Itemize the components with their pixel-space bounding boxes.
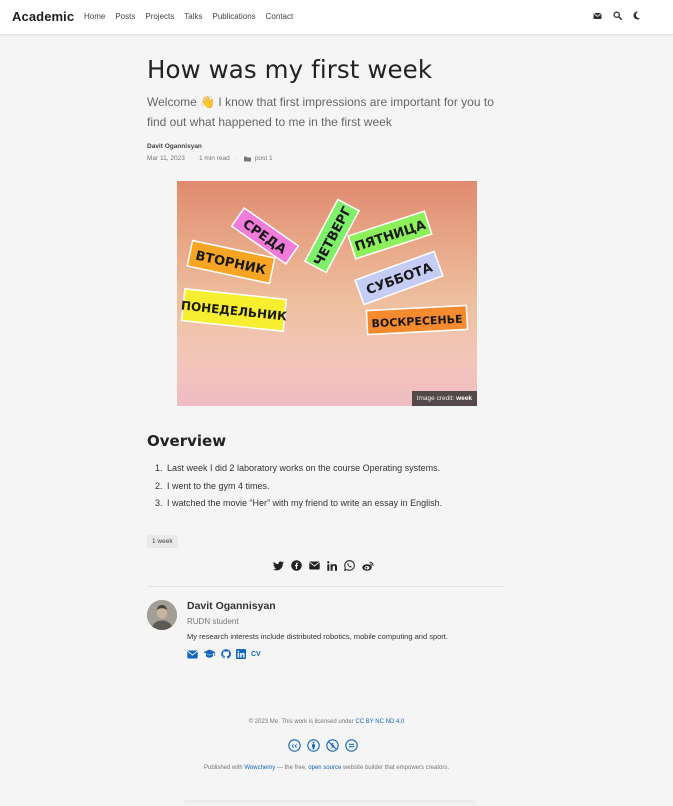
whatsapp-icon[interactable] [344, 560, 355, 571]
article-meta: Mar 11, 2023 · 1 min read · post 1 [147, 155, 273, 162]
envelope-icon[interactable] [187, 650, 198, 659]
cv-link[interactable]: CV [251, 651, 261, 658]
image-credit-link[interactable]: week [456, 395, 472, 402]
share-bar [273, 560, 374, 571]
facebook-icon[interactable] [291, 560, 302, 571]
license-icons: cc $ [288, 739, 358, 752]
image-credit: Image credit: week [411, 391, 477, 406]
divider [147, 586, 505, 587]
waving-hand-emoji: 👋 [200, 95, 216, 109]
folder-icon [243, 156, 251, 161]
non-commercial-icon: $ [326, 739, 339, 752]
list-item-text: I watched the movie “Her” with my friend… [167, 498, 443, 508]
meta-separator: · [190, 155, 193, 162]
license-link[interactable]: CC BY NC ND 4.0 [355, 719, 404, 725]
article-subtitle: Welcome 👋 I know that first impressions … [147, 92, 507, 132]
svg-text:cc: cc [292, 743, 298, 749]
bio-name[interactable]: Davit Ogannisyan [187, 600, 276, 612]
search-icon[interactable] [613, 11, 622, 20]
weibo-icon[interactable] [362, 561, 374, 571]
list-item: 1. Last week I did 2 laboratory works on … [155, 463, 441, 473]
featured-image-art: СРЕДА ЧЕТВЕРГ ПЯТНИЦА ВТОРНИК СУББОТА ПО… [180, 198, 469, 336]
moon-icon[interactable] [633, 11, 641, 20]
overview-list: 1. Last week I did 2 laboratory works on … [155, 460, 442, 513]
nav-link-talks[interactable]: Talks [184, 12, 202, 21]
list-item: 2. I went to the gym 4 times. [155, 480, 270, 491]
article-author[interactable]: Davit Ogannisyan [147, 143, 202, 150]
section-heading-overview: Overview [147, 432, 227, 450]
meta-separator: · [235, 155, 238, 162]
bio-social-icons: CV [187, 649, 261, 659]
published-mid-text: — the free, [275, 765, 309, 771]
page-title: How was my first week [147, 55, 433, 84]
graduation-cap-icon[interactable] [203, 649, 216, 659]
tag-badge[interactable]: 1 week [147, 535, 178, 548]
article-date: Mar 11, 2023 [147, 155, 185, 162]
subtitle-text-start: Welcome [147, 95, 201, 109]
envelope-icon[interactable] [309, 561, 320, 570]
github-icon[interactable] [221, 649, 231, 659]
open-source-link[interactable]: open source [308, 765, 341, 771]
linkedin-icon[interactable] [236, 649, 246, 659]
site-brand[interactable]: Academic [12, 9, 74, 24]
navbar: Academic Home Posts Projects Talks Publi… [0, 0, 673, 35]
bio-text: My research interests include distribute… [187, 632, 448, 641]
creative-commons-icon: cc [288, 739, 301, 752]
envelope-icon[interactable] [593, 12, 602, 20]
article-category[interactable]: post 1 [255, 155, 273, 162]
copyright-text: © 2023 Me. This work is licensed under [248, 719, 356, 725]
nav-icons [593, 11, 641, 20]
published-with-text: Published with [203, 765, 245, 771]
twitter-icon[interactable] [273, 560, 284, 571]
nav-link-publications[interactable]: Publications [213, 12, 256, 21]
avatar [147, 600, 177, 630]
linkedin-icon[interactable] [327, 560, 337, 571]
nav-link-home[interactable]: Home [84, 12, 105, 21]
bio-role: RUDN student [187, 617, 239, 626]
nav-link-contact[interactable]: Contact [266, 12, 294, 21]
nav-links: Home Posts Projects Talks Publications C… [84, 12, 303, 21]
article-read-time: 1 min read [199, 155, 230, 162]
image-credit-label: Image credit: [416, 395, 455, 402]
list-item-text: I went to the gym 4 times. [167, 480, 270, 491]
page-bottom-edge [182, 800, 478, 806]
nav-link-projects[interactable]: Projects [145, 12, 174, 21]
footer-copyright: © 2023 Me. This work is licensed under C… [0, 719, 653, 725]
avatar-photo [147, 600, 177, 630]
attribution-icon [307, 739, 320, 752]
published-after-text: website builder that empowers creators. [341, 765, 450, 771]
nav-link-posts[interactable]: Posts [115, 12, 135, 21]
footer-powered-by: Published with Wowchemy — the free, open… [0, 765, 653, 771]
list-item-text: Last week I did 2 laboratory works on th… [167, 463, 441, 473]
no-derivatives-icon [345, 739, 358, 752]
list-item: 3. I watched the movie “Her” with my frie… [155, 498, 443, 508]
featured-image: СРЕДА ЧЕТВЕРГ ПЯТНИЦА ВТОРНИК СУББОТА ПО… [177, 181, 477, 406]
wowchemy-link[interactable]: Wowchemy [244, 765, 275, 771]
